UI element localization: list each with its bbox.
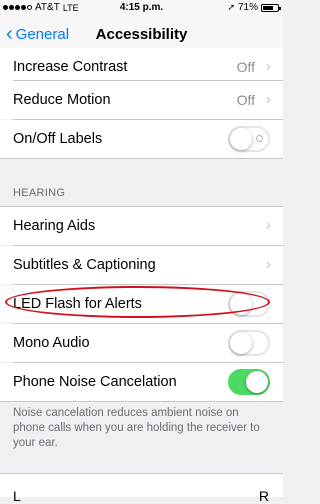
hearing-aids-row[interactable]: Hearing Aids › (0, 207, 283, 245)
chevron-right-icon: › (265, 217, 271, 234)
battery-icon (261, 3, 281, 12)
page-title: Accessibility (95, 26, 188, 43)
phone-noise-cancelation-row: Phone Noise Cancelation (0, 363, 283, 401)
separator (0, 401, 283, 402)
off-indicator-icon (256, 135, 263, 142)
row-value: Off (236, 92, 255, 108)
on-off-labels-toggle[interactable] (228, 126, 270, 152)
mono-audio-toggle[interactable] (228, 330, 270, 356)
reduce-motion-row[interactable]: Reduce Motion Off › (0, 81, 283, 119)
section-footer: Noise cancelation reduces ambient noise … (13, 407, 260, 449)
separator (0, 158, 283, 159)
row-label: Reduce Motion (13, 92, 111, 108)
subtitles-captioning-row[interactable]: Subtitles & Captioning › (0, 246, 283, 284)
on-off-labels-row: On/Off Labels (0, 120, 283, 158)
row-label: On/Off Labels (13, 131, 103, 147)
row-label: Hearing Aids (13, 218, 96, 234)
status-bar: AT&T LTE 4:15 p.m. ➚ 71% (0, 0, 283, 16)
chevron-right-icon: › (265, 58, 271, 75)
row-label: Mono Audio (13, 335, 90, 351)
section-header-hearing: HEARING (13, 187, 66, 199)
row-label: Phone Noise Cancelation (13, 374, 177, 390)
battery-percent: 71% (237, 2, 258, 13)
row-label: Increase Contrast (13, 59, 128, 75)
balance-left-label: L (13, 488, 21, 504)
mono-audio-row: Mono Audio (0, 324, 283, 362)
toggle-knob (230, 128, 252, 150)
toggle-knob (230, 332, 252, 354)
toggle-knob (246, 371, 268, 393)
highlight-ellipse (5, 286, 270, 318)
balance-right-label: R (258, 488, 269, 504)
row-label: Subtitles & Captioning (13, 257, 156, 273)
chevron-right-icon: › (265, 91, 271, 108)
row-value: Off (236, 59, 255, 75)
noise-cancelation-toggle[interactable] (228, 369, 270, 395)
balance-row: L R (0, 474, 283, 504)
location-arrow-icon: ➚ (227, 2, 235, 12)
chevron-right-icon: › (265, 256, 271, 273)
